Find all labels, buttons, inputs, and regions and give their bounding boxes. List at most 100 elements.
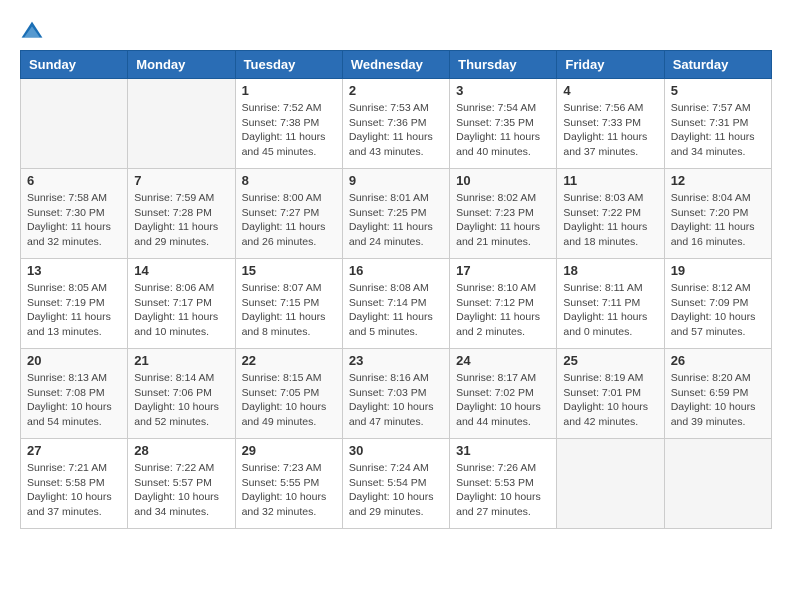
- calendar-cell: 15 Sunrise: 8:07 AM Sunset: 7:15 PM Dayli…: [235, 259, 342, 349]
- day-info: Sunrise: 8:08 AM Sunset: 7:14 PM Dayligh…: [349, 281, 443, 340]
- day-number: 11: [563, 173, 657, 188]
- day-info: Sunrise: 7:54 AM Sunset: 7:35 PM Dayligh…: [456, 101, 550, 160]
- day-number: 8: [242, 173, 336, 188]
- calendar-cell: 31 Sunrise: 7:26 AM Sunset: 5:53 PM Dayli…: [450, 439, 557, 529]
- day-number: 19: [671, 263, 765, 278]
- day-info: Sunrise: 7:21 AM Sunset: 5:58 PM Dayligh…: [27, 461, 121, 520]
- calendar-cell: 7 Sunrise: 7:59 AM Sunset: 7:28 PM Daylig…: [128, 169, 235, 259]
- day-number: 22: [242, 353, 336, 368]
- day-info: Sunrise: 8:06 AM Sunset: 7:17 PM Dayligh…: [134, 281, 228, 340]
- day-number: 7: [134, 173, 228, 188]
- weekday-header-saturday: Saturday: [664, 51, 771, 79]
- day-number: 1: [242, 83, 336, 98]
- day-number: 3: [456, 83, 550, 98]
- day-number: 27: [27, 443, 121, 458]
- weekday-header-thursday: Thursday: [450, 51, 557, 79]
- calendar-cell: [21, 79, 128, 169]
- day-info: Sunrise: 8:20 AM Sunset: 6:59 PM Dayligh…: [671, 371, 765, 430]
- calendar-cell: 21Sunrise: 8:14 AM Sunset: 7:06 PM Dayli…: [128, 349, 235, 439]
- day-number: 9: [349, 173, 443, 188]
- calendar-cell: 19Sunrise: 8:12 AM Sunset: 7:09 PM Dayli…: [664, 259, 771, 349]
- calendar-cell: 22Sunrise: 8:15 AM Sunset: 7:05 PM Dayli…: [235, 349, 342, 439]
- week-row-4: 20 Sunrise: 8:13 AM Sunset: 7:08 PM Dayli…: [21, 349, 772, 439]
- day-info: Sunrise: 8:13 AM Sunset: 7:08 PM Dayligh…: [27, 371, 121, 430]
- day-info: Sunrise: 7:53 AM Sunset: 7:36 PM Dayligh…: [349, 101, 443, 160]
- weekday-header-friday: Friday: [557, 51, 664, 79]
- day-info: Sunrise: 8:07 AM Sunset: 7:15 PM Dayligh…: [242, 281, 336, 340]
- weekday-header-wednesday: Wednesday: [342, 51, 449, 79]
- day-info: Sunrise: 8:03 AM Sunset: 7:22 PM Dayligh…: [563, 191, 657, 250]
- calendar-cell: 24Sunrise: 8:17 AM Sunset: 7:02 PM Dayli…: [450, 349, 557, 439]
- day-number: 17: [456, 263, 550, 278]
- day-info: Sunrise: 7:24 AM Sunset: 5:54 PM Dayligh…: [349, 461, 443, 520]
- calendar-cell: [128, 79, 235, 169]
- week-row-1: 1 Sunrise: 7:52 AM Sunset: 7:38 PM Daylig…: [21, 79, 772, 169]
- day-number: 20: [27, 353, 121, 368]
- day-number: 25: [563, 353, 657, 368]
- calendar-cell: 28 Sunrise: 7:22 AM Sunset: 5:57 PM Dayli…: [128, 439, 235, 529]
- day-number: 26: [671, 353, 765, 368]
- day-number: 5: [671, 83, 765, 98]
- weekday-header-sunday: Sunday: [21, 51, 128, 79]
- day-number: 4: [563, 83, 657, 98]
- calendar-cell: 4 Sunrise: 7:56 AM Sunset: 7:33 PM Daylig…: [557, 79, 664, 169]
- week-row-5: 27 Sunrise: 7:21 AM Sunset: 5:58 PM Dayli…: [21, 439, 772, 529]
- calendar-cell: 18 Sunrise: 8:11 AM Sunset: 7:11 PM Dayli…: [557, 259, 664, 349]
- day-info: Sunrise: 7:23 AM Sunset: 5:55 PM Dayligh…: [242, 461, 336, 520]
- calendar-cell: 26 Sunrise: 8:20 AM Sunset: 6:59 PM Dayli…: [664, 349, 771, 439]
- calendar-cell: 9 Sunrise: 8:01 AM Sunset: 7:25 PM Daylig…: [342, 169, 449, 259]
- day-number: 12: [671, 173, 765, 188]
- day-number: 6: [27, 173, 121, 188]
- weekday-header-row: SundayMondayTuesdayWednesdayThursdayFrid…: [21, 51, 772, 79]
- logo: [20, 20, 48, 40]
- day-info: Sunrise: 8:00 AM Sunset: 7:27 PM Dayligh…: [242, 191, 336, 250]
- calendar-cell: 3 Sunrise: 7:54 AM Sunset: 7:35 PM Daylig…: [450, 79, 557, 169]
- weekday-header-monday: Monday: [128, 51, 235, 79]
- day-info: Sunrise: 8:16 AM Sunset: 7:03 PM Dayligh…: [349, 371, 443, 430]
- day-number: 2: [349, 83, 443, 98]
- day-number: 15: [242, 263, 336, 278]
- calendar-cell: 14 Sunrise: 8:06 AM Sunset: 7:17 PM Dayli…: [128, 259, 235, 349]
- day-info: Sunrise: 8:01 AM Sunset: 7:25 PM Dayligh…: [349, 191, 443, 250]
- calendar-table: SundayMondayTuesdayWednesdayThursdayFrid…: [20, 50, 772, 529]
- day-number: 24: [456, 353, 550, 368]
- day-info: Sunrise: 8:11 AM Sunset: 7:11 PM Dayligh…: [563, 281, 657, 340]
- day-info: Sunrise: 8:19 AM Sunset: 7:01 PM Dayligh…: [563, 371, 657, 430]
- calendar-cell: 27 Sunrise: 7:21 AM Sunset: 5:58 PM Dayli…: [21, 439, 128, 529]
- logo-icon: [20, 20, 44, 40]
- calendar-cell: 16 Sunrise: 8:08 AM Sunset: 7:14 PM Dayli…: [342, 259, 449, 349]
- day-info: Sunrise: 7:26 AM Sunset: 5:53 PM Dayligh…: [456, 461, 550, 520]
- calendar-cell: 29 Sunrise: 7:23 AM Sunset: 5:55 PM Dayli…: [235, 439, 342, 529]
- day-number: 16: [349, 263, 443, 278]
- day-info: Sunrise: 7:56 AM Sunset: 7:33 PM Dayligh…: [563, 101, 657, 160]
- day-info: Sunrise: 7:58 AM Sunset: 7:30 PM Dayligh…: [27, 191, 121, 250]
- day-number: 21: [134, 353, 228, 368]
- calendar-cell: 11 Sunrise: 8:03 AM Sunset: 7:22 PM Dayli…: [557, 169, 664, 259]
- day-number: 23: [349, 353, 443, 368]
- day-number: 29: [242, 443, 336, 458]
- day-info: Sunrise: 7:22 AM Sunset: 5:57 PM Dayligh…: [134, 461, 228, 520]
- calendar-cell: 25 Sunrise: 8:19 AM Sunset: 7:01 PM Dayli…: [557, 349, 664, 439]
- calendar-cell: 1 Sunrise: 7:52 AM Sunset: 7:38 PM Daylig…: [235, 79, 342, 169]
- week-row-3: 13Sunrise: 8:05 AM Sunset: 7:19 PM Dayli…: [21, 259, 772, 349]
- day-number: 31: [456, 443, 550, 458]
- day-info: Sunrise: 8:04 AM Sunset: 7:20 PM Dayligh…: [671, 191, 765, 250]
- day-info: Sunrise: 7:52 AM Sunset: 7:38 PM Dayligh…: [242, 101, 336, 160]
- day-number: 18: [563, 263, 657, 278]
- calendar-cell: 8 Sunrise: 8:00 AM Sunset: 7:27 PM Daylig…: [235, 169, 342, 259]
- day-number: 28: [134, 443, 228, 458]
- day-number: 10: [456, 173, 550, 188]
- day-info: Sunrise: 8:10 AM Sunset: 7:12 PM Dayligh…: [456, 281, 550, 340]
- calendar-cell: [557, 439, 664, 529]
- day-info: Sunrise: 7:59 AM Sunset: 7:28 PM Dayligh…: [134, 191, 228, 250]
- calendar-cell: 30 Sunrise: 7:24 AM Sunset: 5:54 PM Dayli…: [342, 439, 449, 529]
- calendar-cell: 6 Sunrise: 7:58 AM Sunset: 7:30 PM Daylig…: [21, 169, 128, 259]
- day-number: 30: [349, 443, 443, 458]
- calendar-cell: 10Sunrise: 8:02 AM Sunset: 7:23 PM Dayli…: [450, 169, 557, 259]
- calendar-cell: 20 Sunrise: 8:13 AM Sunset: 7:08 PM Dayli…: [21, 349, 128, 439]
- day-info: Sunrise: 8:05 AM Sunset: 7:19 PM Dayligh…: [27, 281, 121, 340]
- day-number: 14: [134, 263, 228, 278]
- calendar-cell: 13Sunrise: 8:05 AM Sunset: 7:19 PM Dayli…: [21, 259, 128, 349]
- calendar-cell: 2 Sunrise: 7:53 AM Sunset: 7:36 PM Daylig…: [342, 79, 449, 169]
- calendar-cell: 23 Sunrise: 8:16 AM Sunset: 7:03 PM Dayli…: [342, 349, 449, 439]
